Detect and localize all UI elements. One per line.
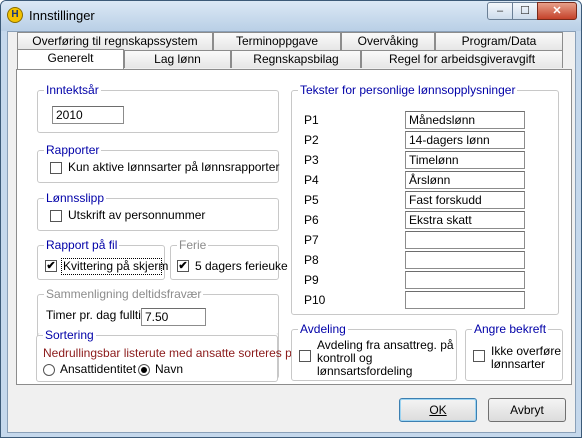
- radio-ansattidentitet[interactable]: [43, 364, 55, 376]
- rapporter-checkbox-label: Kun aktive lønnsarter på lønnsrapporter: [68, 160, 280, 174]
- tab-overforing[interactable]: Overføring til regnskapssystem: [17, 32, 213, 50]
- tekst-input-p4[interactable]: Årslønn: [405, 171, 525, 189]
- app-icon: H: [7, 7, 23, 23]
- sammenligning-legend: Sammenligning deltidsfravær: [44, 287, 204, 301]
- radio-navn-label: Navn: [155, 362, 184, 376]
- avdeling-label-line2: kontroll og: [317, 351, 373, 365]
- tab-regnskapsbilag[interactable]: Regnskapsbilag: [231, 50, 361, 68]
- avdeling-label-line3: lønnsartsfordeling: [317, 364, 413, 378]
- close-button[interactable]: ✕: [537, 2, 577, 20]
- tekst-label-p8: P8: [304, 253, 319, 267]
- ferie-checkbox-label: 5 dagers ferieuke: [195, 259, 288, 273]
- avdeling-box-legend: Avdeling: [298, 322, 348, 336]
- tab-arbeidsgiveravgift[interactable]: Regel for arbeidsgiveravgift: [361, 50, 563, 68]
- avdeling-checkbox[interactable]: [299, 350, 311, 362]
- tekst-input-p7[interactable]: [405, 231, 525, 249]
- tekster-group: Tekster for personlige lønnsopplysninger…: [291, 83, 559, 315]
- lonnsslipp-checkbox-label: Utskrift av personnummer: [68, 208, 206, 222]
- rapporter-checkbox[interactable]: [50, 162, 62, 174]
- ferie-checkbox[interactable]: ✔: [177, 260, 189, 272]
- radio-ansattidentitet-label: Ansattidentitet: [60, 362, 137, 376]
- tab-overvaking[interactable]: Overvåking: [341, 32, 435, 50]
- timer-input[interactable]: 7.50: [141, 308, 206, 326]
- cancel-button-label: Avbryt: [510, 403, 544, 417]
- minimize-button[interactable]: –: [487, 2, 513, 20]
- maximize-button[interactable]: ☐: [512, 2, 538, 20]
- tekst-input-p2[interactable]: 14-dagers lønn: [405, 131, 525, 149]
- rapport-pa-fil-group: Rapport på fil ✔ Kvittering på skjerm: [37, 238, 169, 280]
- ferie-legend: Ferie: [177, 238, 209, 252]
- angre-label-line1: Ikke overføre: [491, 344, 562, 358]
- tekst-label-p1: P1: [304, 113, 319, 127]
- ok-button[interactable]: OK: [399, 398, 477, 422]
- inntektsar-group: Inntektsår 2010: [37, 83, 279, 133]
- tekst-input-p10[interactable]: [405, 291, 525, 309]
- tab-generelt[interactable]: Generelt: [17, 49, 124, 69]
- avdeling-box: Avdeling Avdeling fra ansattreg. på kont…: [291, 322, 457, 381]
- tekst-label-p4: P4: [304, 173, 319, 187]
- tekst-label-p6: P6: [304, 213, 319, 227]
- angre-box-legend: Angre bekreft: [472, 322, 549, 336]
- tekst-input-p3[interactable]: Timelønn: [405, 151, 525, 169]
- kvittering-checkbox-label: Kvittering på skjerm: [63, 259, 169, 273]
- tekster-legend: Tekster for personlige lønnsopplysninger: [298, 83, 518, 97]
- tekst-label-p7: P7: [304, 233, 319, 247]
- sortering-legend: Sortering: [43, 328, 96, 342]
- ok-button-label: OK: [429, 403, 447, 417]
- avdeling-label-line1: Avdeling fra ansattreg. på: [317, 338, 454, 352]
- title-bar[interactable]: H Innstillinger – ☐ ✕: [1, 1, 581, 31]
- angre-checkbox[interactable]: [473, 350, 485, 362]
- tab-terminoppgave[interactable]: Terminoppgave: [213, 32, 341, 50]
- ferie-group: Ferie ✔ 5 dagers ferieuke: [170, 238, 288, 280]
- rapport-pa-fil-legend: Rapport på fil: [44, 238, 120, 252]
- tekst-label-p3: P3: [304, 153, 319, 167]
- angre-box: Angre bekreft Ikke overføre lønnsarter: [465, 322, 563, 381]
- radio-navn[interactable]: [138, 364, 150, 376]
- dialog-body: Overføring til regnskapssystem Terminopp…: [7, 31, 576, 433]
- tab-lag-lonn[interactable]: Lag lønn: [124, 50, 231, 68]
- tekst-label-p2: P2: [304, 133, 319, 147]
- lonnsslipp-legend: Lønnsslipp: [44, 191, 107, 205]
- lonnsslipp-checkbox[interactable]: [50, 210, 62, 222]
- rapporter-group: Rapporter Kun aktive lønnsarter på lønns…: [37, 143, 280, 183]
- tekst-input-p8[interactable]: [405, 251, 525, 269]
- timer-label: Timer pr. dag fulltid: [46, 308, 148, 322]
- tekst-input-p9[interactable]: [405, 271, 525, 289]
- inntektsar-legend: Inntektsår: [44, 83, 101, 97]
- sortering-description: Nedrullingsbar listerute med ansatte sor…: [43, 346, 299, 360]
- tekst-label-p5: P5: [304, 193, 319, 207]
- tekst-input-p6[interactable]: Ekstra skatt: [405, 211, 525, 229]
- sortering-group: Sortering Nedrullingsbar listerute med a…: [36, 328, 298, 382]
- tekst-input-p5[interactable]: Fast forskudd: [405, 191, 525, 209]
- window-title: Innstillinger: [29, 8, 95, 23]
- tab-program-data[interactable]: Program/Data: [435, 32, 563, 50]
- rapporter-legend: Rapporter: [44, 143, 102, 157]
- kvittering-checkbox[interactable]: ✔: [45, 260, 57, 272]
- angre-label-line2: lønnsarter: [491, 357, 546, 371]
- lonnsslipp-group: Lønnsslipp Utskrift av personnummer: [37, 191, 279, 231]
- cancel-button[interactable]: Avbryt: [488, 398, 566, 422]
- tekst-label-p9: P9: [304, 273, 319, 287]
- inntektsar-input[interactable]: 2010: [52, 106, 124, 124]
- tekst-label-p10: P10: [304, 293, 326, 307]
- tekst-input-p1[interactable]: Månedslønn: [405, 111, 525, 129]
- settings-window: H Innstillinger – ☐ ✕ Overføring til reg…: [0, 0, 582, 438]
